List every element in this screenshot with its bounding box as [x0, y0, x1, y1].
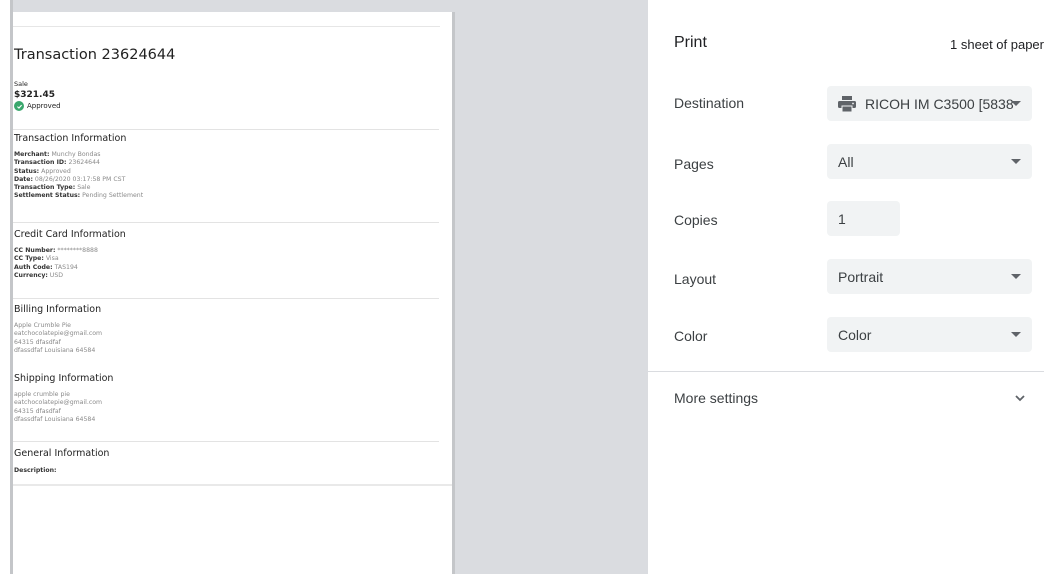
section-heading: Credit Card Information — [14, 229, 126, 240]
section-heading: Shipping Information — [14, 373, 114, 384]
detail-line: Currency: USD — [14, 271, 64, 279]
copies-input[interactable]: 1 — [827, 201, 900, 236]
section-divider — [13, 129, 439, 130]
transaction-amount: $321.45 — [14, 90, 55, 100]
color-value: Color — [838, 326, 872, 343]
copies-label: Copies — [674, 212, 718, 228]
detail-line: CC Number: ********8888 — [14, 247, 98, 254]
detail-line: dfassdfaf Louisiana 64584 — [14, 415, 96, 423]
detail-line: Date: 08/26/2020 03:17:58 PM CST — [14, 175, 126, 183]
section-divider — [13, 441, 439, 442]
section-details: apple crumble pie eatchocolatepie@gmail.… — [13, 391, 102, 424]
section-details: Description: — [13, 467, 57, 475]
more-settings-toggle[interactable]: More settings — [674, 390, 758, 406]
page-top-divider — [13, 26, 440, 27]
section-divider — [13, 298, 439, 299]
detail-line: Description: — [14, 467, 57, 474]
sheet-count: 1 sheet of paper — [950, 37, 1044, 52]
section-details: Merchant: Munchy Bondas Transaction ID: … — [13, 151, 143, 201]
section-heading: General Information — [14, 448, 110, 459]
preview-right-edge — [452, 12, 455, 574]
layout-select[interactable]: Portrait — [827, 259, 1032, 294]
pages-select[interactable]: All — [827, 144, 1032, 179]
destination-label: Destination — [674, 95, 745, 111]
transaction-type-label: Sale — [14, 80, 28, 88]
detail-line: eatchocolatepie@gmail.com — [14, 330, 103, 338]
approved-label: Approved — [27, 102, 61, 110]
color-label: Color — [674, 328, 708, 344]
printer-icon — [838, 95, 856, 112]
detail-line: CC Type: Visa — [14, 255, 59, 263]
dropdown-arrow-icon — [1011, 332, 1021, 337]
destination-select[interactable]: RICOH IM C3500 [5838 — [827, 86, 1032, 121]
check-circle-icon — [14, 101, 24, 111]
transaction-title: Transaction 23624644 — [14, 47, 176, 63]
detail-line: eatchocolatepie@gmail.com — [14, 399, 103, 407]
section-details: Apple Crumble Pie eatchocolatepie@gmail.… — [13, 322, 102, 355]
section-heading: Transaction Information — [14, 133, 127, 144]
color-select[interactable]: Color — [827, 317, 1032, 352]
approved-status: Approved — [13, 101, 61, 111]
settings-divider — [648, 371, 1044, 372]
section-heading: Billing Information — [14, 304, 102, 315]
page-bottom-divider — [13, 484, 452, 486]
pages-label: Pages — [674, 156, 714, 172]
detail-line: Transaction Type: Sale — [14, 184, 91, 192]
detail-line: Auth Code: TAS194 — [14, 263, 78, 271]
detail-line: 64315 dfasdfaf — [14, 407, 61, 415]
dropdown-arrow-icon — [1011, 101, 1021, 106]
detail-line: Transaction ID: 23624644 — [14, 159, 100, 167]
detail-line: 64315 dfasdfaf — [14, 338, 61, 346]
detail-line: Merchant: Munchy Bondas — [14, 151, 101, 158]
chevron-down-icon[interactable] — [1013, 391, 1027, 405]
preview-page: Transaction 23624644 Sale $321.45 Approv… — [13, 12, 452, 574]
layout-label: Layout — [674, 271, 717, 287]
dropdown-arrow-icon — [1011, 274, 1021, 279]
print-settings-panel: Print 1 sheet of paper Destination RICOH… — [648, 0, 1044, 574]
destination-value: RICOH IM C3500 [5838 — [865, 95, 1014, 112]
print-preview-area: Transaction 23624644 Sale $321.45 Approv… — [0, 0, 648, 574]
layout-value: Portrait — [838, 268, 884, 285]
section-divider — [13, 222, 439, 223]
section-details: CC Number: ********8888 CC Type: Visa Au… — [13, 247, 98, 280]
pages-value: All — [838, 153, 854, 170]
detail-line: Status: Approved — [14, 167, 71, 175]
preview-left-margin — [0, 0, 10, 574]
detail-line: Settlement Status: Pending Settlement — [14, 192, 144, 200]
detail-line: dfassdfaf Louisiana 64584 — [14, 346, 96, 354]
dropdown-arrow-icon — [1011, 159, 1021, 164]
print-title: Print — [674, 34, 707, 51]
